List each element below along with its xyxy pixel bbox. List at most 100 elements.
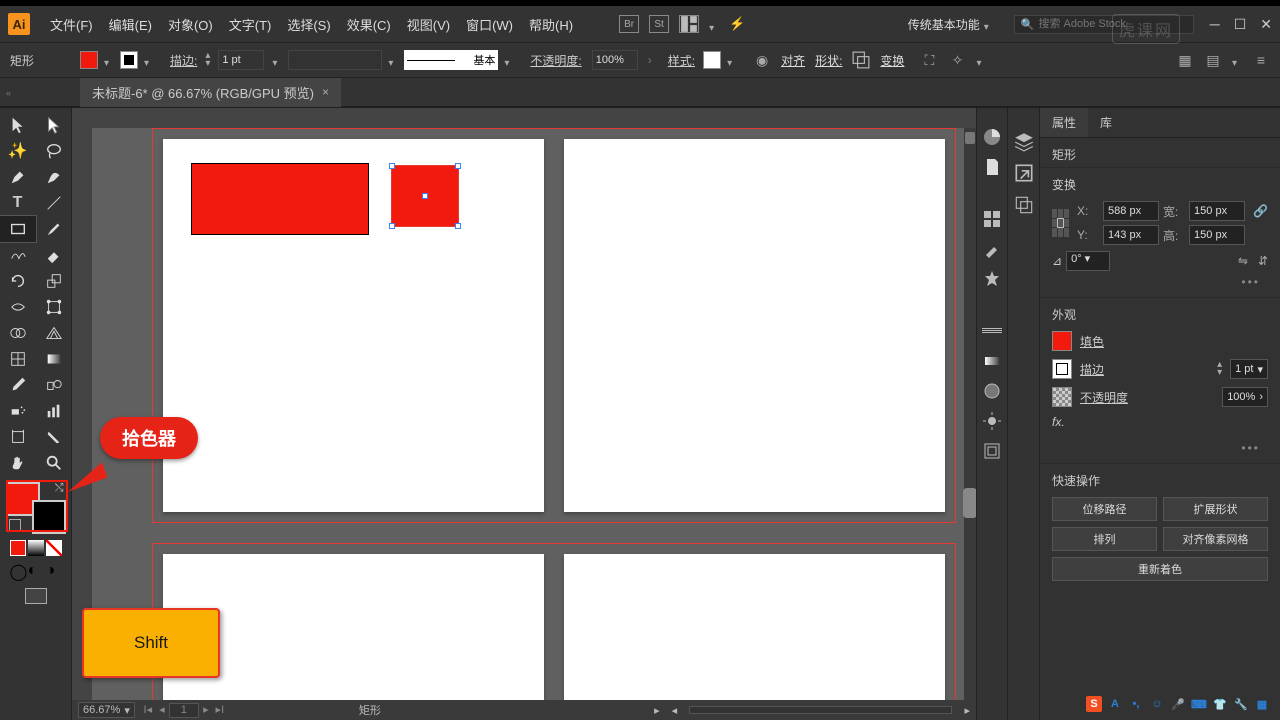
shape-builder-tool[interactable] (0, 320, 36, 346)
qa-offset-path[interactable]: 位移路径 (1052, 497, 1157, 521)
symbols-panel-icon[interactable] (981, 268, 1003, 290)
tab-libraries[interactable]: 库 (1088, 108, 1124, 137)
qa-expand-shape[interactable]: 扩展形状 (1163, 497, 1268, 521)
scale-tool[interactable] (36, 268, 72, 294)
rectangle-tool[interactable] (0, 216, 36, 242)
edit-icon[interactable]: ✧ (948, 51, 966, 69)
menu-select[interactable]: 选择(S) (287, 15, 330, 34)
style-label[interactable]: 样式: (668, 52, 695, 69)
ime-keyboard-icon[interactable]: ⌨ (1191, 696, 1207, 712)
stroke-swatch[interactable] (120, 51, 138, 69)
angle-input[interactable]: 0° ▾ (1066, 251, 1110, 271)
mesh-tool[interactable] (0, 346, 36, 372)
menu-object[interactable]: 对象(O) (168, 15, 213, 34)
opacity-label[interactable]: 不透明度: (530, 52, 581, 69)
draw-inside-icon[interactable]: ◑ (46, 562, 62, 578)
gradient-panel-icon[interactable] (981, 350, 1003, 372)
doc-panel-icon[interactable] (981, 156, 1003, 178)
flip-h-icon[interactable]: ⇋ (1238, 254, 1248, 268)
type-tool[interactable]: T (0, 190, 36, 216)
perspective-grid-tool[interactable] (36, 320, 72, 346)
eraser-tool[interactable] (36, 242, 72, 268)
free-transform-tool[interactable] (36, 294, 72, 320)
artboards-panel-icon[interactable] (1013, 194, 1035, 216)
panel-opacity-value[interactable]: 100% › (1222, 387, 1268, 407)
window-close[interactable]: ✕ (1260, 16, 1272, 33)
isolate-icon[interactable]: ⛶ (920, 51, 938, 69)
asset-export-panel-icon[interactable] (1013, 162, 1035, 184)
shape-mode-icon[interactable] (852, 51, 870, 69)
menu-file[interactable]: 文件(F) (50, 15, 93, 34)
artboard-4[interactable] (564, 554, 945, 720)
lasso-tool[interactable] (36, 138, 72, 164)
ime-tool-icon[interactable]: 🔧 (1233, 696, 1249, 712)
qa-recolor[interactable]: 重新着色 (1052, 557, 1268, 581)
color-mode-icon[interactable] (10, 540, 26, 556)
ime-lang-icon[interactable]: A (1107, 696, 1123, 712)
ime-voice-icon[interactable]: 🎤 (1170, 696, 1186, 712)
appearance-more[interactable]: ••• (1052, 437, 1268, 455)
selected-square-shape[interactable] (391, 165, 459, 227)
graphic-style-swatch[interactable] (703, 51, 721, 69)
menu-view[interactable]: 视图(V) (407, 15, 450, 34)
w-input[interactable] (1189, 201, 1245, 221)
panel-fill-label[interactable]: 填色 (1080, 333, 1104, 350)
brush-definition[interactable]: 基本 (404, 50, 498, 70)
paintbrush-tool[interactable] (36, 216, 72, 242)
gpu-icon[interactable]: ⚡ (729, 16, 745, 32)
blend-tool[interactable] (36, 372, 72, 398)
stroke-label[interactable]: 描边: (170, 52, 197, 69)
artboard-2[interactable] (564, 139, 945, 512)
ruler-horizontal[interactable] (92, 108, 976, 128)
qa-arrange[interactable]: 排列 (1052, 527, 1157, 551)
align-link[interactable]: 对齐 (781, 52, 805, 69)
fill-swatch[interactable] (80, 51, 98, 69)
transform-more[interactable]: ••• (1052, 271, 1268, 289)
appearance-sun-icon[interactable] (981, 410, 1003, 432)
rotate-tool[interactable] (0, 268, 36, 294)
h-input[interactable] (1189, 225, 1245, 245)
zoom-level[interactable]: 66.67% ▾ (78, 702, 135, 718)
magic-wand-tool[interactable]: ✨ (0, 138, 36, 164)
close-tab-icon[interactable]: × (322, 85, 329, 99)
scrollbar-vertical[interactable] (964, 128, 976, 720)
window-maximize[interactable]: ☐ (1234, 16, 1247, 33)
menu-window[interactable]: 窗口(W) (466, 15, 513, 34)
fill-dd[interactable] (104, 55, 114, 65)
panel-stroke-weight[interactable]: 1 pt ▾ (1230, 359, 1268, 379)
ime-skin-icon[interactable]: 👕 (1212, 696, 1228, 712)
ime-punct-icon[interactable]: •, (1128, 696, 1144, 712)
symbol-sprayer-tool[interactable] (0, 398, 36, 424)
fx-link[interactable]: fx. (1052, 415, 1065, 429)
document-tab[interactable]: 未标题-6* @ 66.67% (RGB/GPU 预览) × (80, 78, 341, 107)
eyedropper-tool[interactable] (0, 372, 36, 398)
artboard-tool[interactable] (0, 424, 36, 450)
curvature-tool[interactable] (36, 164, 72, 190)
arrange-documents-icon[interactable] (679, 15, 699, 33)
direct-selection-tool[interactable] (36, 112, 72, 138)
collapse-toolbox-arrows[interactable]: « (6, 88, 11, 98)
menu-type[interactable]: 文字(T) (229, 15, 272, 34)
menu-help[interactable]: 帮助(H) (529, 15, 573, 34)
column-graph-tool[interactable] (36, 398, 72, 424)
stroke-weight-input[interactable] (218, 50, 264, 70)
draw-behind-icon[interactable]: ◐ (28, 562, 44, 578)
ime-sogou-icon[interactable]: S (1086, 696, 1102, 712)
red-rectangle-shape[interactable] (191, 163, 369, 235)
panel-stroke-label[interactable]: 描边 (1080, 361, 1104, 378)
swatches-panel-icon[interactable] (981, 208, 1003, 230)
layers-panel-icon[interactable] (1013, 130, 1035, 152)
width-tool[interactable] (0, 294, 36, 320)
stroke-panel-icon[interactable] (981, 320, 1003, 342)
flip-v-icon[interactable]: ⇵ (1258, 254, 1268, 268)
panel-stroke-swatch[interactable] (1052, 359, 1072, 379)
slice-tool[interactable] (36, 424, 72, 450)
panel-opacity-label[interactable]: 不透明度 (1080, 389, 1128, 406)
panel-menu-icon[interactable]: ≡ (1252, 51, 1270, 69)
window-minimize[interactable]: ─ (1210, 16, 1220, 33)
menu-effect[interactable]: 效果(C) (347, 15, 391, 34)
y-input[interactable] (1103, 225, 1159, 245)
draw-normal-icon[interactable]: ◯ (10, 562, 26, 578)
hand-tool[interactable] (0, 450, 36, 476)
screen-mode-icon[interactable] (25, 588, 47, 604)
